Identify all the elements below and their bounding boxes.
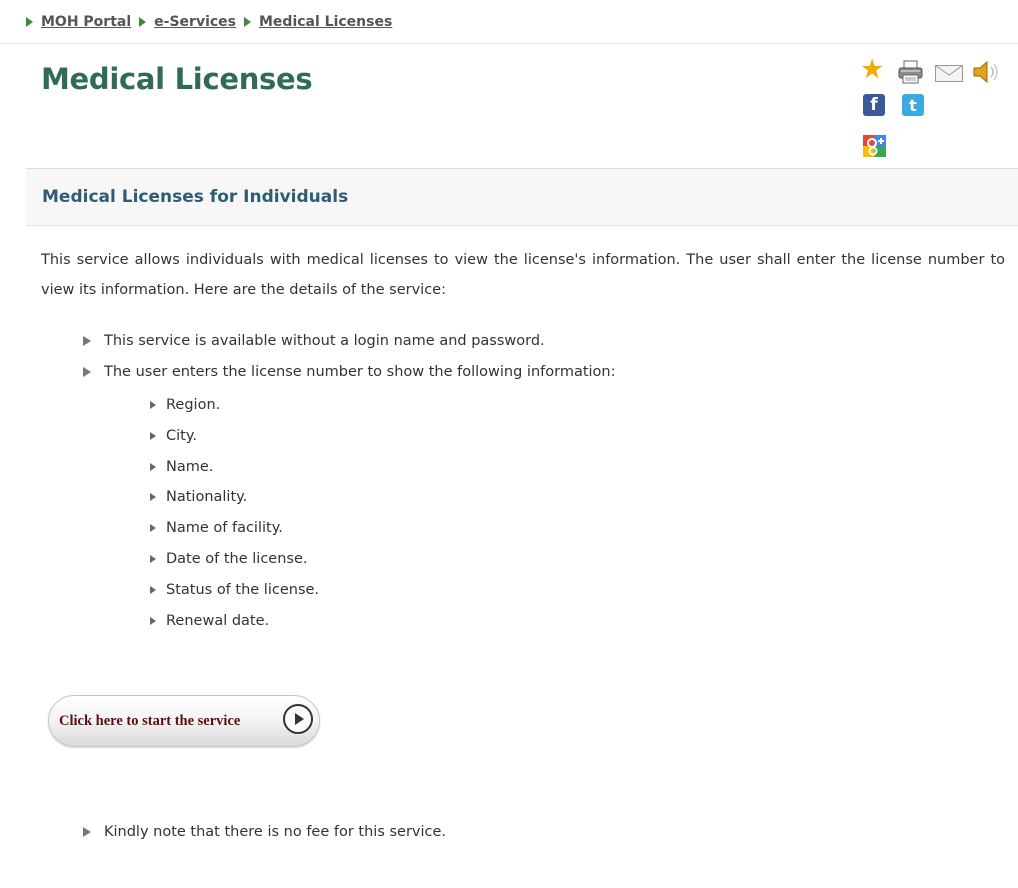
list-item-text: Name.	[166, 458, 214, 475]
play-icon	[283, 704, 313, 734]
breadcrumb-link-medical-licenses[interactable]: Medical Licenses	[259, 14, 392, 30]
breadcrumb-link-e-services[interactable]: e-Services	[154, 14, 236, 30]
list-item: Region.	[150, 390, 319, 421]
list-item: Kindly note that there is no fee for thi…	[83, 817, 446, 848]
bullet-arrow-icon	[150, 524, 156, 533]
bullet-arrow-icon	[150, 554, 156, 563]
breadcrumb: MOH Portal e-Services Medical Licenses	[0, 0, 1018, 44]
list-item: Name.	[150, 452, 319, 483]
breadcrumb-arrow-icon	[26, 16, 33, 27]
facebook-icon[interactable]: f	[863, 94, 885, 116]
list-item-text: This service is available without a logi…	[104, 333, 545, 349]
start-service-button[interactable]: Click here to start the service	[48, 695, 320, 747]
list-item-text: Status of the license.	[166, 581, 320, 598]
bullet-arrow-icon	[83, 336, 91, 346]
list-item: The user enters the license number to sh…	[83, 357, 616, 388]
breadcrumb-link-moh-portal[interactable]: MOH Portal	[41, 14, 131, 30]
bullet-arrow-icon	[83, 366, 91, 377]
list-item-text: Name of facility.	[166, 520, 283, 537]
list-item: City.	[150, 421, 319, 452]
page-title: Medical Licenses	[41, 62, 313, 96]
printer-icon[interactable]	[898, 60, 923, 84]
page-tools: ★ f t	[860, 56, 1010, 161]
list-item-text: Nationality.	[166, 489, 248, 506]
list-item-text: Region.	[166, 397, 221, 413]
bullet-arrow-icon	[150, 462, 156, 471]
google-plus-icon[interactable]	[863, 135, 886, 157]
breadcrumb-arrow-icon	[139, 16, 147, 27]
bullet-arrow-icon	[150, 493, 156, 502]
bullet-arrow-icon	[150, 585, 156, 594]
list-item: Renewal date.	[150, 606, 319, 637]
star-icon[interactable]: ★	[860, 56, 887, 83]
list-item: Nationality.	[150, 482, 319, 513]
section-header: Medical Licenses for Individuals	[26, 168, 1018, 226]
breadcrumb-arrow-icon	[244, 16, 251, 27]
list-item-text: The user enters the license number to sh…	[104, 363, 616, 380]
bullet-arrow-icon	[83, 827, 91, 837]
license-info-fields-list: Region. City. Name. Nationality. Name of…	[150, 390, 319, 636]
service-description: This service allows individuals with med…	[41, 252, 1005, 298]
list-item-text: Date of the license.	[166, 550, 308, 567]
speaker-icon[interactable]	[972, 59, 1002, 85]
service-details-list: This service is available without a logi…	[83, 326, 616, 387]
list-item: Date of the license.	[150, 544, 319, 575]
list-item-text: City.	[166, 427, 197, 444]
list-item-text: Renewal date.	[166, 612, 270, 629]
twitter-icon[interactable]: t	[902, 94, 924, 116]
bullet-arrow-icon	[150, 431, 156, 440]
list-item: Status of the license.	[150, 575, 319, 606]
mail-icon[interactable]	[935, 65, 963, 82]
start-service-label: Click here to start the service	[59, 712, 241, 729]
list-item: This service is available without a logi…	[83, 326, 616, 357]
bullet-arrow-icon	[150, 616, 156, 625]
fee-note: Kindly note that there is no fee for thi…	[104, 824, 447, 840]
section-title: Medical Licenses for Individuals	[42, 187, 349, 207]
bullet-arrow-icon	[150, 401, 156, 409]
list-item: Name of facility.	[150, 513, 319, 544]
fee-note-list: Kindly note that there is no fee for thi…	[83, 817, 446, 848]
